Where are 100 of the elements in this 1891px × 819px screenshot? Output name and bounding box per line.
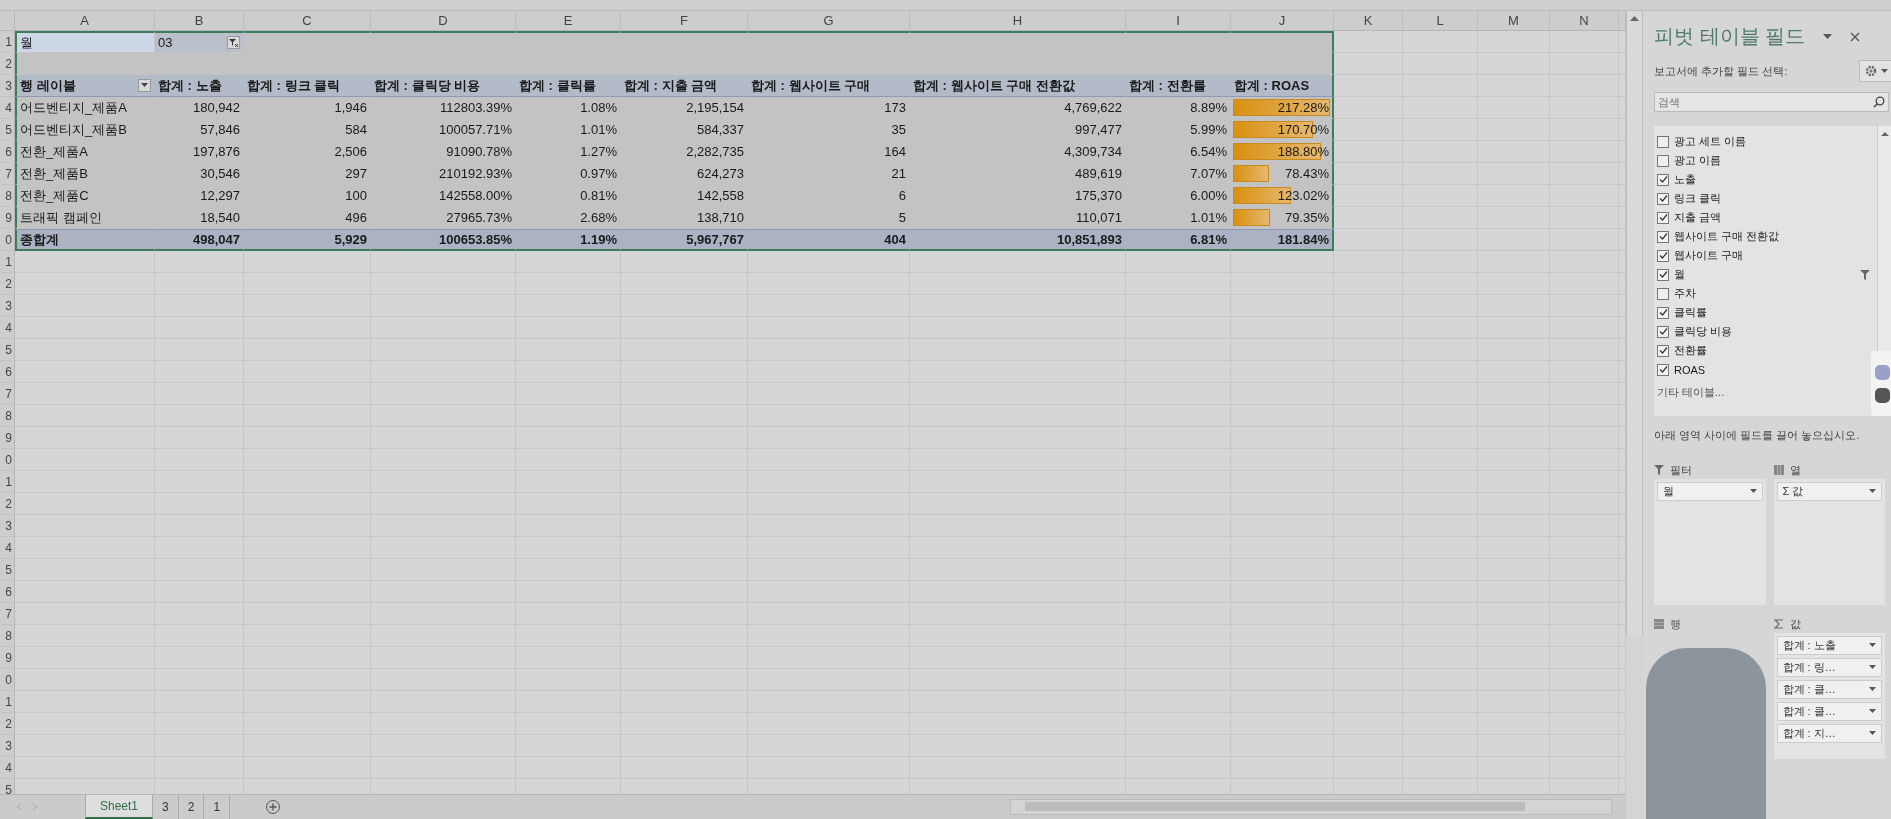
checkbox[interactable] <box>1657 344 1669 357</box>
field-label[interactable]: 노출 <box>1674 172 1874 187</box>
row-header[interactable]: 2 <box>0 713 15 735</box>
row-header[interactable]: 1 <box>0 251 15 273</box>
column-header[interactable]: B <box>155 11 244 31</box>
close-icon[interactable] <box>1850 31 1861 42</box>
field-label[interactable]: 지출 금액 <box>1674 210 1874 225</box>
checkbox[interactable] <box>1657 268 1669 281</box>
checkbox[interactable] <box>1657 363 1669 376</box>
drop-area[interactable]: 월 <box>1654 479 1766 605</box>
row-header[interactable]: 8 <box>0 185 15 207</box>
column-header[interactable]: C <box>244 11 371 31</box>
row-header[interactable]: 5 <box>0 559 15 581</box>
row-header[interactable]: 5 <box>0 119 15 141</box>
field-label[interactable]: 클릭당 비용 <box>1674 324 1874 339</box>
row-header[interactable]: 6 <box>0 581 15 603</box>
row-header[interactable]: 8 <box>0 405 15 427</box>
checkbox[interactable] <box>1657 154 1669 167</box>
column-header[interactable]: M <box>1478 11 1550 31</box>
row-header[interactable]: 2 <box>0 53 15 75</box>
more-tables-link[interactable]: 기타 테이블... <box>1657 385 1874 400</box>
row-header[interactable]: 9 <box>0 207 15 229</box>
column-header[interactable]: H <box>910 11 1126 31</box>
checkbox[interactable] <box>1657 287 1669 300</box>
scroll-up-icon[interactable] <box>1880 131 1889 136</box>
row-header[interactable]: 9 <box>0 647 15 669</box>
dropdown-button[interactable] <box>138 79 151 92</box>
sheet-tab[interactable]: 2 <box>178 795 205 819</box>
area-label: 열 <box>1789 462 1801 478</box>
field-chip[interactable]: 합계 : 지… <box>1776 724 1882 743</box>
row-header[interactable]: 8 <box>0 625 15 647</box>
field-chip[interactable]: 합계 : 링… <box>1776 658 1882 677</box>
checkbox[interactable] <box>1657 230 1669 243</box>
settings-button[interactable] <box>1859 60 1891 82</box>
field-label[interactable]: 월 <box>1674 267 1855 282</box>
row-header[interactable]: 1 <box>0 31 15 53</box>
field-label[interactable]: 주차 <box>1674 286 1874 301</box>
column-header[interactable]: D <box>371 11 516 31</box>
field-label[interactable]: 전환률 <box>1674 343 1874 358</box>
column-header[interactable]: N <box>1550 11 1619 31</box>
caret-icon[interactable] <box>1823 33 1833 40</box>
column-header[interactable]: K <box>1334 11 1403 31</box>
row-header[interactable]: 1 <box>0 691 15 713</box>
row-header[interactable]: 1 <box>0 471 15 493</box>
row-header[interactable]: 6 <box>0 141 15 163</box>
field-label[interactable]: 클릭률 <box>1674 305 1874 320</box>
row-header[interactable]: 7 <box>0 603 15 625</box>
add-sheet-icon[interactable] <box>265 799 282 815</box>
checkbox[interactable] <box>1657 211 1669 224</box>
row-header[interactable]: 4 <box>0 317 15 339</box>
column-header[interactable]: J <box>1231 11 1334 31</box>
row-header[interactable]: 0 <box>0 449 15 471</box>
search-field[interactable]: 검색 <box>1654 92 1889 112</box>
field-chip[interactable]: Σ 값 <box>1776 482 1882 501</box>
column-header[interactable]: E <box>516 11 621 31</box>
field-chip[interactable]: 합계 : 클… <box>1776 702 1882 721</box>
row-header[interactable]: 7 <box>0 383 15 405</box>
row-header[interactable]: 7 <box>0 163 15 185</box>
row-header[interactable]: 9 <box>0 427 15 449</box>
row-header[interactable]: 2 <box>0 493 15 515</box>
column-header[interactable]: I <box>1126 11 1231 31</box>
row-header[interactable]: 4 <box>0 97 15 119</box>
row-header[interactable]: 0 <box>0 669 15 691</box>
field-label[interactable]: 웹사이트 구매 <box>1674 248 1874 263</box>
drop-area[interactable]: Σ 값 <box>1773 479 1885 605</box>
field-chip[interactable]: 합계 : 노출 <box>1776 636 1882 655</box>
drop-area[interactable]: 합계 : 노출 합계 : 링… 합계 : 클… 합계 : 클… 합계 : 지… <box>1773 633 1885 759</box>
row-header[interactable]: 0 <box>0 229 15 251</box>
row-header[interactable]: 5 <box>0 339 15 361</box>
field-label[interactable]: 광고 이름 <box>1674 153 1874 168</box>
column-header[interactable]: F <box>621 11 748 31</box>
row-header[interactable]: 3 <box>0 735 15 757</box>
field-chip[interactable]: 월 <box>1657 482 1763 501</box>
field-label[interactable]: 광고 세트 이름 <box>1674 134 1874 149</box>
row-header[interactable]: 3 <box>0 75 15 97</box>
row-header[interactable]: 3 <box>0 295 15 317</box>
row-header[interactable]: 4 <box>0 537 15 559</box>
field-label[interactable]: 웹사이트 구매 전환값 <box>1674 229 1874 244</box>
row-header[interactable]: 5 <box>0 779 15 794</box>
checkbox[interactable] <box>1657 173 1669 186</box>
checkbox[interactable] <box>1657 325 1669 338</box>
column-header[interactable]: G <box>748 11 910 31</box>
scroll-up-icon[interactable] <box>1630 15 1639 21</box>
checkbox[interactable] <box>1657 249 1669 262</box>
sheet-tab[interactable]: Sheet1 <box>85 795 154 819</box>
checkbox[interactable] <box>1657 192 1669 205</box>
row-header[interactable]: 6 <box>0 361 15 383</box>
row-header[interactable]: 2 <box>0 273 15 295</box>
filter-button[interactable] <box>227 36 240 49</box>
checkbox[interactable] <box>1657 306 1669 319</box>
field-label[interactable]: 링크 클릭 <box>1674 191 1874 206</box>
field-chip[interactable]: 합계 : 클… <box>1776 680 1882 699</box>
row-header[interactable]: 3 <box>0 515 15 537</box>
row-header[interactable]: 4 <box>0 757 15 779</box>
column-header[interactable]: A <box>15 11 155 31</box>
column-header[interactable]: L <box>1403 11 1478 31</box>
sheet-tab[interactable]: 3 <box>153 795 179 819</box>
sheet-tab[interactable]: 1 <box>204 795 231 819</box>
checkbox[interactable] <box>1657 135 1669 148</box>
field-label[interactable]: ROAS <box>1674 363 1874 376</box>
